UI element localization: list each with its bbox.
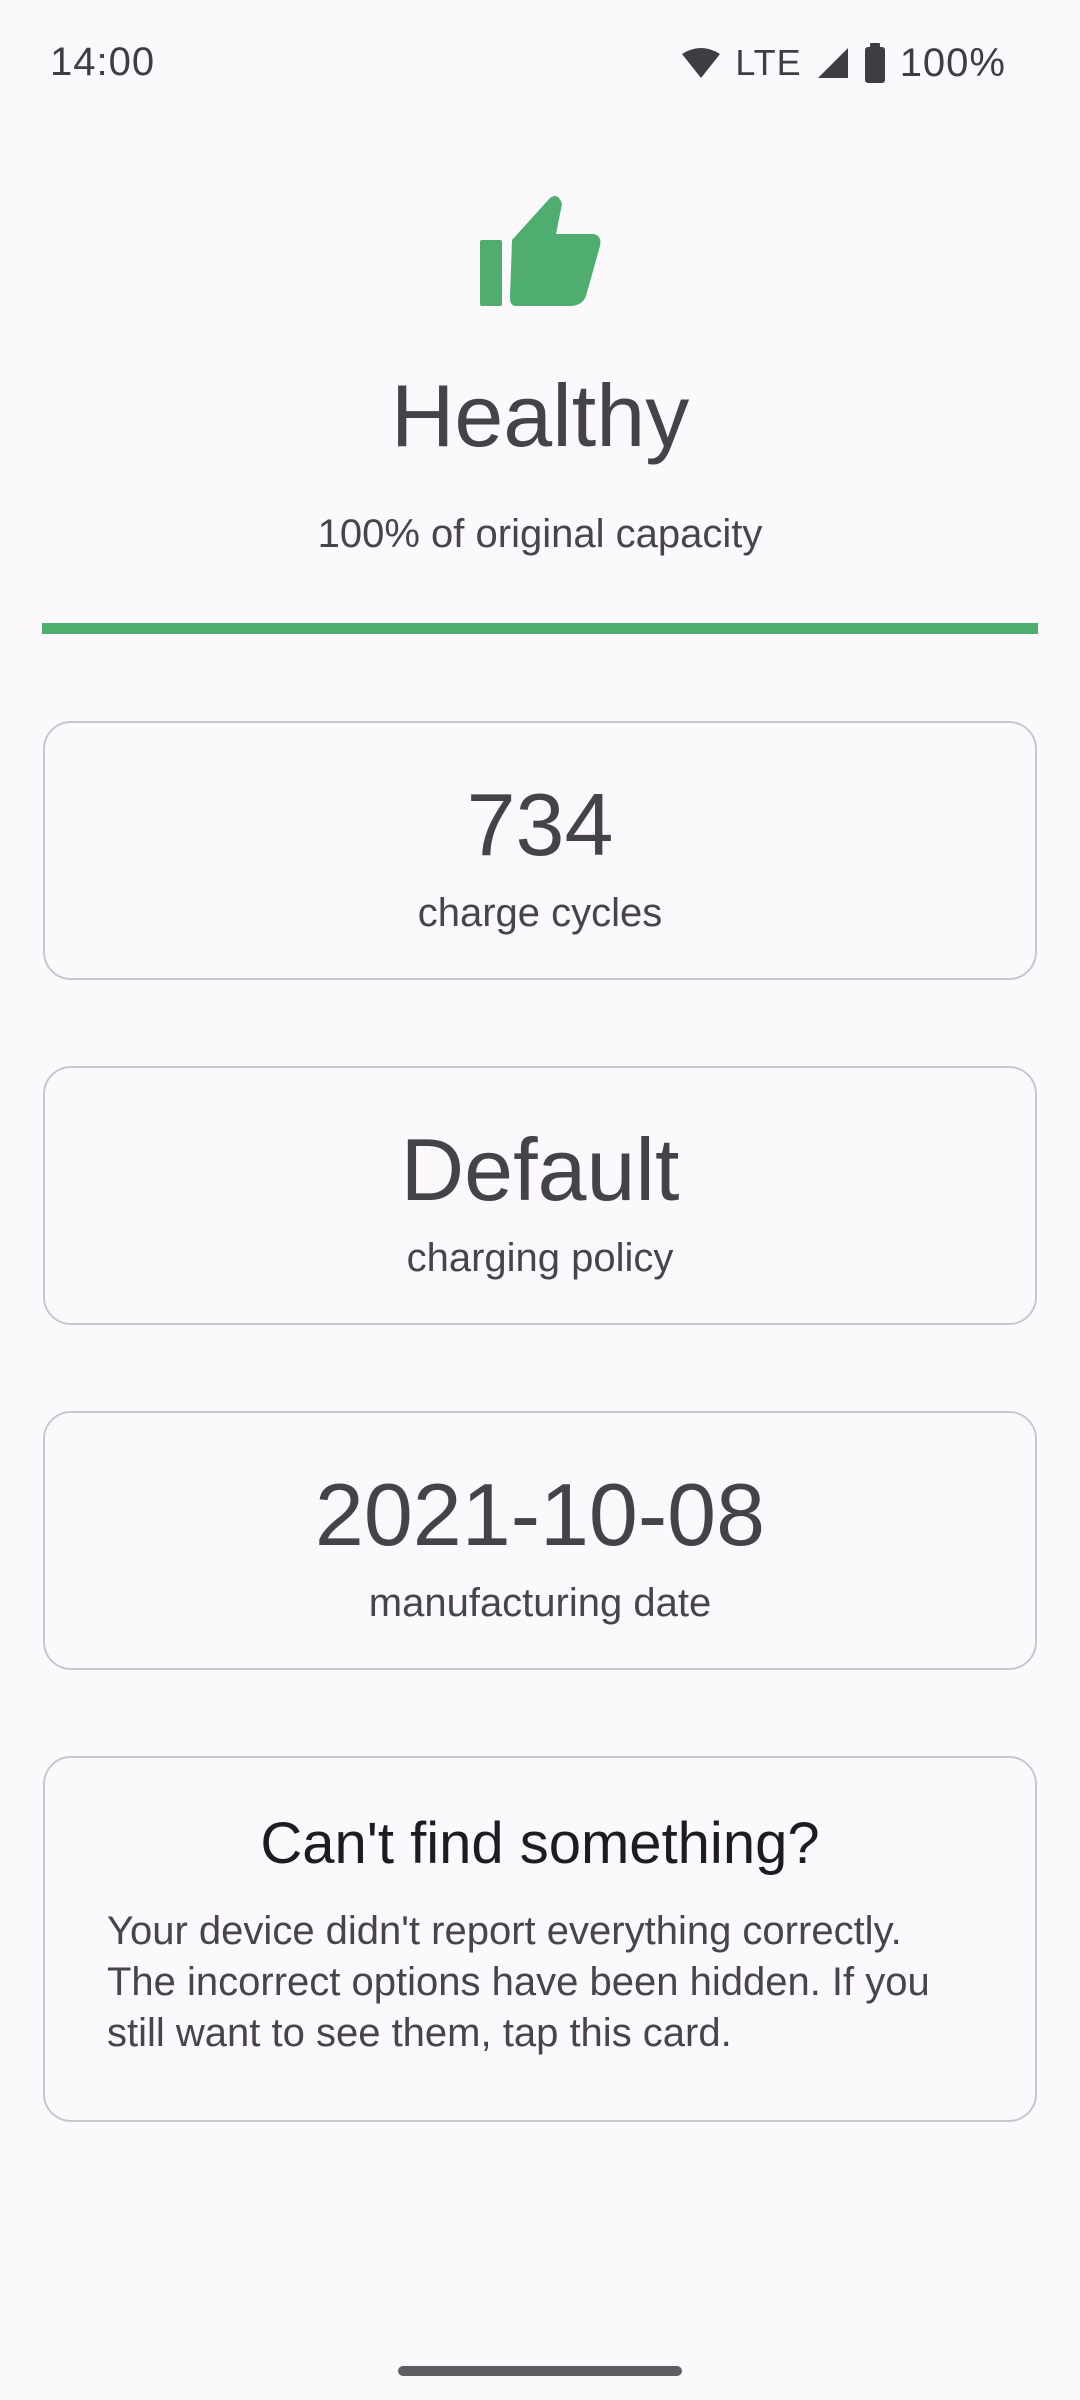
- battery-percent: 100%: [899, 40, 1006, 85]
- hidden-options-title: Can't find something?: [260, 1811, 820, 1876]
- network-type: LTE: [735, 42, 802, 83]
- health-status-title: Healthy: [390, 366, 690, 465]
- battery-health-screen: 14:00 LTE 100% Healthy 100% of original …: [0, 0, 1080, 2400]
- status-icons: LTE 100%: [681, 38, 1006, 88]
- charging-policy-card[interactable]: Default charging policy: [43, 1066, 1037, 1325]
- wifi-icon: [682, 48, 721, 78]
- manufacturing-date-value: 2021-10-08: [314, 1465, 766, 1564]
- capacity-progress-fill: [42, 623, 1038, 634]
- thumbs-up-icon: [480, 196, 601, 306]
- charge-cycles-value: 734: [466, 775, 614, 874]
- capacity-subtitle: 100% of original capacity: [317, 512, 763, 556]
- charge-cycles-card: 734 charge cycles: [43, 721, 1037, 980]
- charge-cycles-label: charge cycles: [417, 891, 663, 935]
- hidden-options-body: Your device didn't report everything cor…: [107, 1909, 930, 2055]
- manufacturing-date-card: 2021-10-08 manufacturing date: [43, 1411, 1037, 1670]
- gesture-nav-handle[interactable]: [398, 2366, 682, 2376]
- status-time: 14:00: [50, 40, 156, 84]
- charging-policy-value: Default: [400, 1120, 680, 1219]
- status-bar: 14:00 LTE 100%: [0, 0, 1080, 128]
- capacity-progress-bar: [42, 623, 1038, 634]
- charging-policy-label: charging policy: [406, 1236, 674, 1280]
- battery-icon: [864, 43, 885, 83]
- manufacturing-date-label: manufacturing date: [368, 1581, 712, 1625]
- cell-signal-icon: [817, 48, 848, 78]
- hidden-options-card[interactable]: Can't find something? Your device didn't…: [43, 1756, 1037, 2122]
